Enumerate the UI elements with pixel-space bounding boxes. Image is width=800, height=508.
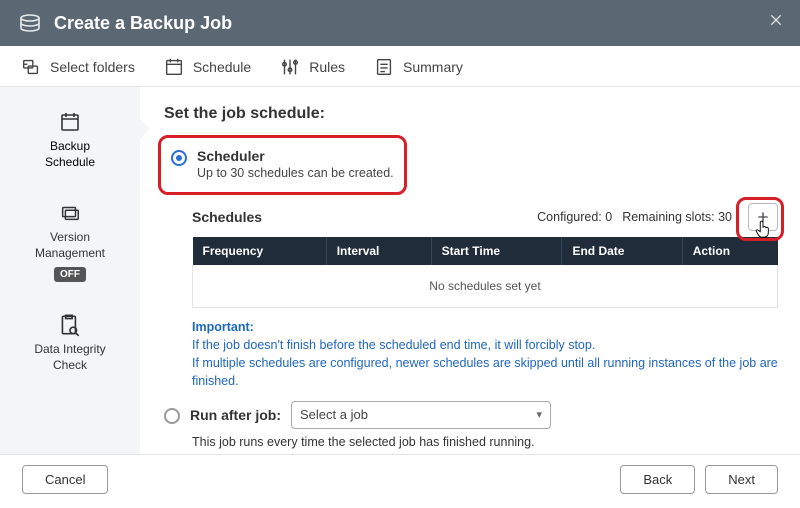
radio-run-after[interactable] xyxy=(164,408,180,424)
run-after-desc: This job runs every time the selected jo… xyxy=(192,435,778,449)
sidebar-item-integrity-check[interactable]: Data Integrity Check xyxy=(0,308,140,377)
step-summary[interactable]: Summary xyxy=(373,56,463,78)
disk-icon xyxy=(18,11,42,35)
step-label: Summary xyxy=(403,59,463,75)
next-button[interactable]: Next xyxy=(705,465,778,494)
schedules-header: Schedules Configured: 0 Remaining slots:… xyxy=(192,203,778,231)
highlight-scheduler: Scheduler Up to 30 schedules can be crea… xyxy=(158,135,407,195)
col-end-date: End Date xyxy=(562,237,682,265)
calendar-icon xyxy=(55,109,85,135)
cancel-button[interactable]: Cancel xyxy=(22,465,108,494)
dialog-header: Create a Backup Job xyxy=(0,0,800,46)
select-placeholder: Select a job xyxy=(300,407,368,422)
col-start-time: Start Time xyxy=(431,237,562,265)
stack-icon xyxy=(55,200,85,226)
important-line: If multiple schedules are configured, ne… xyxy=(192,354,778,390)
step-select-folders[interactable]: Select folders xyxy=(20,56,135,78)
schedules-table: Frequency Interval Start Time End Date A… xyxy=(192,237,778,308)
option-run-after-job[interactable]: Run after job: Select a job ▾ xyxy=(164,401,778,429)
off-badge: OFF xyxy=(54,267,86,282)
dialog-title: Create a Backup Job xyxy=(54,13,232,34)
schedules-counts: Configured: 0 Remaining slots: 30 xyxy=(537,203,778,231)
chevron-down-icon: ▾ xyxy=(536,408,542,421)
section-heading: Set the job schedule: xyxy=(164,105,778,123)
select-job-dropdown[interactable]: Select a job ▾ xyxy=(291,401,551,429)
important-note: Important: If the job doesn't finish bef… xyxy=(192,318,778,391)
close-button[interactable] xyxy=(764,8,788,32)
step-label: Select folders xyxy=(50,59,135,75)
schedule-sidebar: Backup Schedule Version Management OFF D… xyxy=(0,87,140,454)
col-frequency: Frequency xyxy=(193,237,327,265)
step-schedule[interactable]: Schedule xyxy=(163,56,251,78)
col-interval: Interval xyxy=(326,237,431,265)
step-rules[interactable]: Rules xyxy=(279,56,345,78)
scheduler-desc: Up to 30 schedules can be created. xyxy=(197,166,394,180)
scheduler-label: Scheduler xyxy=(197,148,394,164)
content-panel: Set the job schedule: Scheduler Up to 30… xyxy=(140,87,800,454)
sidebar-item-backup-schedule[interactable]: Backup Schedule xyxy=(0,105,140,174)
sidebar-item-version-management[interactable]: Version Management OFF xyxy=(0,196,140,286)
col-action: Action xyxy=(682,237,777,265)
add-schedule-button[interactable] xyxy=(748,203,778,231)
wizard-steps: Select folders Schedule Rules Summary xyxy=(0,46,800,87)
step-label: Schedule xyxy=(193,59,251,75)
radio-scheduler[interactable] xyxy=(171,150,187,166)
back-button[interactable]: Back xyxy=(620,465,695,494)
important-title: Important: xyxy=(192,318,778,336)
run-after-label: Run after job: xyxy=(190,407,281,423)
sidebar-label: Version Management xyxy=(35,230,105,261)
clipboard-search-icon xyxy=(55,312,85,338)
main-area: Backup Schedule Version Management OFF D… xyxy=(0,87,800,455)
step-label: Rules xyxy=(309,59,345,75)
option-scheduler[interactable]: Scheduler Up to 30 schedules can be crea… xyxy=(171,144,394,184)
sidebar-label: Backup Schedule xyxy=(45,139,95,170)
schedules-empty: No schedules set yet xyxy=(193,265,778,308)
schedules-title: Schedules xyxy=(192,209,262,225)
dialog-footer: Cancel Back Next xyxy=(0,455,800,504)
schedules-block: Schedules Configured: 0 Remaining slots:… xyxy=(192,203,778,308)
important-line: If the job doesn't finish before the sch… xyxy=(192,336,778,354)
sidebar-label: Data Integrity Check xyxy=(34,342,105,373)
